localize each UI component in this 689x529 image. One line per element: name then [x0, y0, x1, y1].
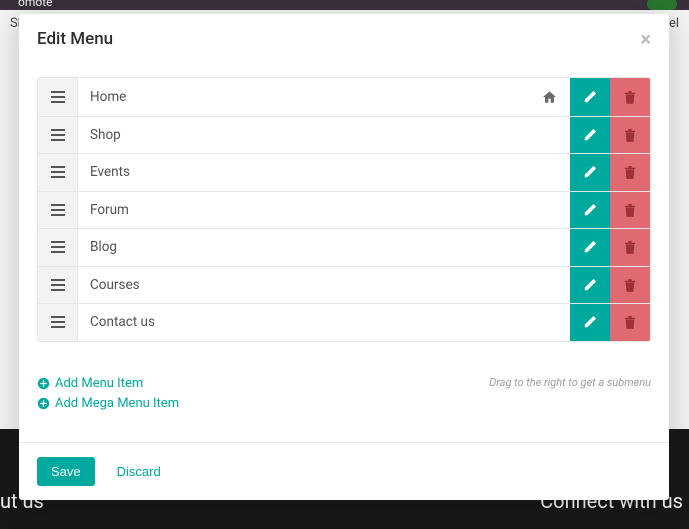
- menu-item-label[interactable]: Contact us: [78, 304, 570, 341]
- menu-item-text: Courses: [90, 277, 140, 293]
- menu-item-text: Forum: [90, 202, 129, 218]
- drag-handle-icon[interactable]: [38, 267, 78, 304]
- edit-button[interactable]: [570, 117, 610, 154]
- plus-circle-icon: [37, 397, 50, 410]
- menu-item-label[interactable]: Events: [78, 154, 570, 191]
- menu-item: Blog: [38, 228, 650, 266]
- edit-button[interactable]: [570, 192, 610, 229]
- menu-item-label[interactable]: Courses: [78, 267, 570, 304]
- drag-handle-icon[interactable]: [38, 192, 78, 229]
- menu-item: Shop: [38, 116, 650, 154]
- edit-button[interactable]: [570, 229, 610, 266]
- modal-footer: Save Discard: [19, 442, 669, 500]
- edit-menu-modal: Edit Menu × Home Shop Events Forum Blog Cours…: [19, 14, 669, 500]
- menu-item: Forum: [38, 191, 650, 229]
- delete-button[interactable]: [610, 229, 650, 266]
- delete-button[interactable]: [610, 78, 650, 116]
- add-menu-item-label: Add Menu Item: [55, 374, 143, 394]
- close-icon[interactable]: ×: [640, 29, 651, 49]
- add-mega-menu-item-label: Add Mega Menu Item: [55, 394, 179, 414]
- add-mega-menu-item-link[interactable]: Add Mega Menu Item: [37, 394, 651, 414]
- menu-item-text: Contact us: [90, 314, 155, 330]
- menu-item-text: Blog: [90, 239, 117, 255]
- menu-item-label[interactable]: Forum: [78, 192, 570, 229]
- drag-handle-icon[interactable]: [38, 154, 78, 191]
- delete-button[interactable]: [610, 267, 650, 304]
- menu-item-label[interactable]: Shop: [78, 117, 570, 154]
- drag-handle-icon[interactable]: [38, 304, 78, 341]
- menu-item-text: Home: [90, 89, 126, 105]
- menu-item: Home: [38, 78, 650, 116]
- menu-item: Contact us: [38, 303, 650, 341]
- drag-handle-icon[interactable]: [38, 78, 78, 116]
- delete-button[interactable]: [610, 192, 650, 229]
- delete-button[interactable]: [610, 154, 650, 191]
- edit-button[interactable]: [570, 304, 610, 341]
- modal-header: Edit Menu ×: [19, 14, 669, 65]
- menu-item: Events: [38, 153, 650, 191]
- menu-list: Home Shop Events Forum Blog Courses Contact us: [37, 77, 651, 342]
- menu-item-text: Shop: [90, 127, 121, 143]
- edit-button[interactable]: [570, 267, 610, 304]
- edit-button[interactable]: [570, 154, 610, 191]
- home-icon: [543, 91, 566, 103]
- save-button[interactable]: Save: [37, 457, 95, 486]
- delete-button[interactable]: [610, 117, 650, 154]
- menu-item-text: Events: [90, 164, 130, 180]
- plus-circle-icon: [37, 377, 50, 390]
- modal-title: Edit Menu: [37, 29, 113, 49]
- menu-item: Courses: [38, 266, 650, 304]
- edit-button[interactable]: [570, 78, 610, 116]
- discard-button[interactable]: Discard: [113, 457, 165, 486]
- menu-item-label[interactable]: Blog: [78, 229, 570, 266]
- menu-item-label[interactable]: Home: [78, 78, 543, 116]
- drag-handle-icon[interactable]: [38, 117, 78, 154]
- delete-button[interactable]: [610, 304, 650, 341]
- drag-handle-icon[interactable]: [38, 229, 78, 266]
